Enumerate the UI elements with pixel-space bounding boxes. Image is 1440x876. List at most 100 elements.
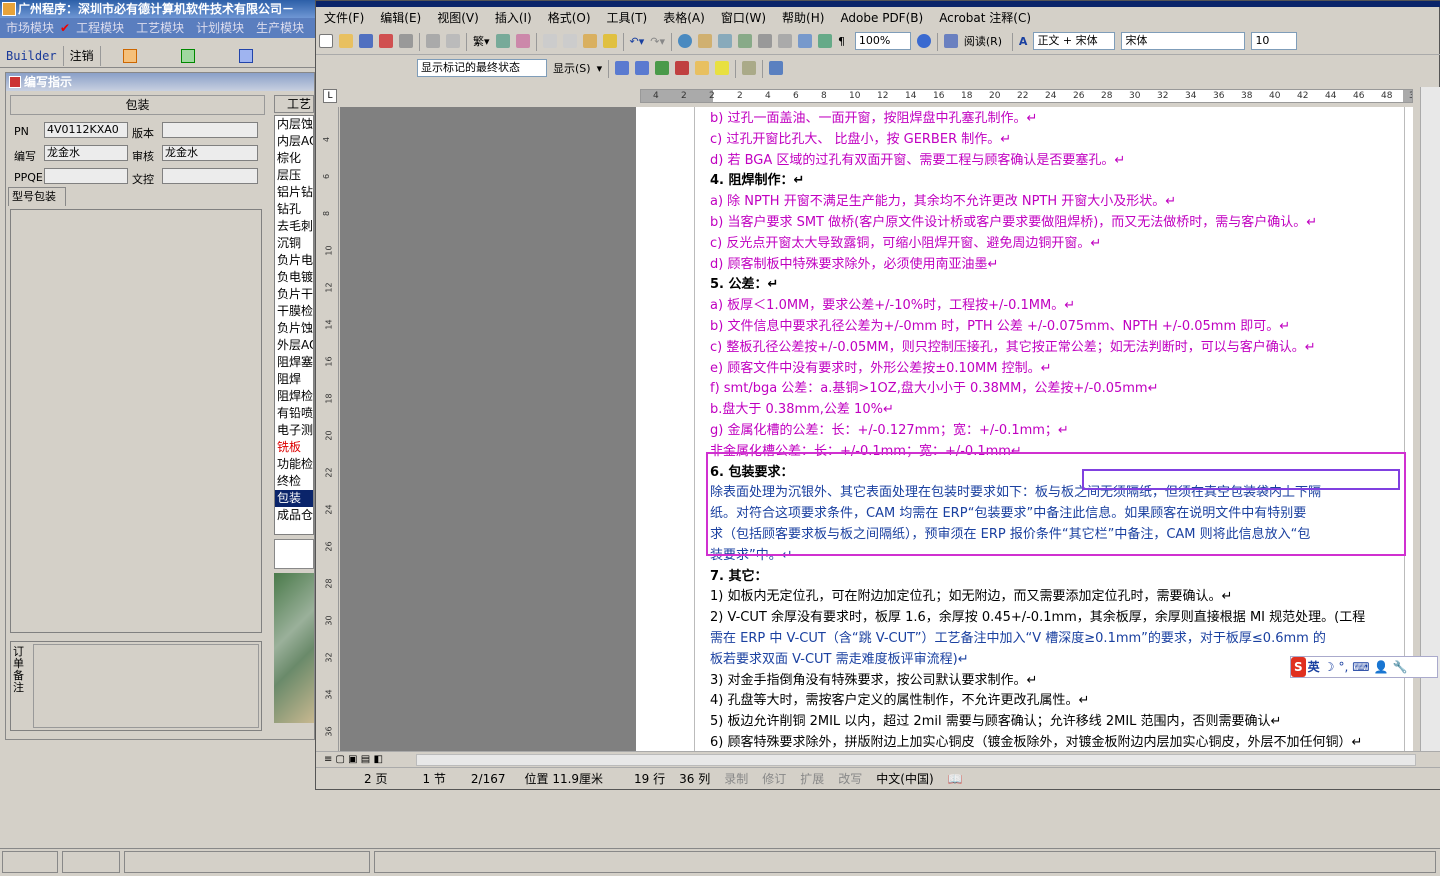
- builder-button[interactable]: Builder: [0, 46, 64, 66]
- doc-line[interactable]: 5) 板边允许削铜 2MIL 以内，超过 2mil 需要与顾客确认；允许移线 2…: [710, 712, 1281, 731]
- status-rev[interactable]: 修订: [755, 768, 793, 790]
- vertical-scrollbar[interactable]: [1420, 87, 1440, 751]
- columns-icon[interactable]: [758, 34, 773, 48]
- doc-map-icon[interactable]: [798, 34, 813, 48]
- process-item[interactable]: 外层AO: [275, 337, 313, 354]
- menu-item[interactable]: 编辑(E): [372, 7, 429, 29]
- tab-model-package[interactable]: 型号包装: [8, 187, 66, 206]
- spell-check-icon[interactable]: [495, 34, 510, 48]
- sogou-icon[interactable]: S: [1291, 657, 1306, 677]
- font-size-select[interactable]: 10: [1251, 32, 1298, 50]
- document-page[interactable]: b) 过孔一面盖油、一面开窗，按阻焊盘中孔塞孔制作。↵ c) 过孔开窗比孔大、 比…: [636, 107, 1413, 751]
- status-rec[interactable]: 录制: [717, 768, 755, 790]
- process-item[interactable]: 终检: [275, 473, 313, 490]
- reviewer-field[interactable]: 龙金水: [162, 145, 258, 161]
- tab-selector-icon[interactable]: L: [323, 89, 337, 103]
- ppqe-field[interactable]: [44, 168, 128, 184]
- process-item[interactable]: 负片电: [275, 252, 313, 269]
- doc-line[interactable]: d) 若 BGA 区域的过孔有双面开窗、需要工程与顾客确认是否要塞孔。↵: [710, 151, 1125, 170]
- new-doc-icon[interactable]: [319, 34, 333, 48]
- process-list[interactable]: 内层蚀内层AO棕化层压铝片钻钻孔去毛刺沉铜负片电负电镀负片干干膜检负片蚀外层AO…: [274, 115, 314, 535]
- module-plan[interactable]: 计划模块: [190, 18, 250, 38]
- style-select[interactable]: 正文 + 宋体: [1033, 32, 1116, 50]
- doc-line[interactable]: 板若要求双面 V-CUT 需走难度板评审流程)↵: [710, 650, 969, 669]
- logout-button[interactable]: 注销: [64, 46, 101, 66]
- zoom-select[interactable]: 100%: [854, 32, 911, 50]
- doc-line[interactable]: f) smt/bga 公差：a.基铜>1OZ,盘大小小于 0.38MM，公差按+…: [710, 379, 1158, 398]
- doc-line[interactable]: c) 反光点开窗太大导致露铜，可缩小阻焊开窗、避免周边铜开窗。↵: [710, 234, 1101, 253]
- hyperlink-icon[interactable]: [678, 34, 693, 48]
- process-item[interactable]: 内层蚀: [275, 116, 313, 133]
- doc-line[interactable]: 6) 顾客特殊要求除外，拼版附边上加实心铜皮（镀金板除外，对镀金板附边内层加实心…: [710, 733, 1362, 751]
- process-item[interactable]: 包装: [275, 490, 313, 507]
- show-dropdown-icon[interactable]: ▾: [594, 56, 606, 82]
- help-icon[interactable]: [916, 34, 931, 48]
- read-button[interactable]: 阅读(R): [961, 29, 1005, 54]
- process-item[interactable]: 阻焊检: [275, 388, 313, 405]
- horizontal-ruler[interactable]: 4 2 2 2 4 6 8 10 12 14 16 18 20 22 24 26 28 30 32 34 36 38 40 4…: [640, 89, 1413, 103]
- menu-item[interactable]: 格式(O): [540, 7, 599, 29]
- process-item[interactable]: 阻焊塞: [275, 354, 313, 371]
- keyboard-icon[interactable]: ⌨: [1350, 657, 1371, 677]
- process-item[interactable]: 铣板: [275, 439, 313, 456]
- vertical-ruler[interactable]: 4 6 8 10 12 14 16 18 20 22 24 26 28 30 32 34 36: [321, 107, 339, 751]
- print-icon[interactable]: [399, 34, 413, 48]
- save-icon[interactable]: [359, 34, 373, 48]
- undo-icon[interactable]: ↶▾: [627, 29, 648, 54]
- doc-line[interactable]: 2) V-CUT 余厚没有要求时，板厚 1.6，余厚按 0.45+/-0.1mm…: [710, 608, 1365, 627]
- menu-item[interactable]: 文件(F): [316, 7, 372, 29]
- prev-change-icon[interactable]: [615, 61, 630, 75]
- process-item[interactable]: 钻孔: [275, 201, 313, 218]
- spell-status-icon[interactable]: 📖: [941, 768, 970, 790]
- tool-icon[interactable]: 🔧: [1391, 657, 1410, 677]
- process-item[interactable]: 负片蚀: [275, 320, 313, 337]
- paragraph-mark-icon[interactable]: ¶: [835, 29, 848, 54]
- pdf-icon[interactable]: [379, 34, 393, 48]
- process-item[interactable]: 有铅喷: [275, 405, 313, 422]
- writer-field[interactable]: 龙金水: [44, 145, 128, 161]
- doc-line[interactable]: b) 当客户要求 SMT 做桥(客户原文件设计桥或客户要求要做阻焊桥)，而又无法…: [710, 213, 1317, 232]
- process-item[interactable]: 功能检: [275, 456, 313, 473]
- process-item[interactable]: 棕化: [275, 150, 313, 167]
- font-select[interactable]: 宋体: [1121, 32, 1246, 50]
- menu-item[interactable]: 插入(I): [487, 7, 540, 29]
- markup-mode-select[interactable]: 显示标记的最终状态: [417, 59, 547, 77]
- cut-icon[interactable]: [542, 34, 557, 48]
- doc-line[interactable]: 3) 对金手指倒角没有特殊要求，按公司默认要求制作。↵: [710, 671, 1037, 690]
- track-changes-icon[interactable]: [742, 61, 757, 75]
- show-button[interactable]: 显示(S): [550, 56, 594, 82]
- doc-line[interactable]: g) 金属化槽的公差：长：+/-0.127mm；宽：+/-0.1mm；↵: [710, 421, 1069, 440]
- moon-icon[interactable]: ☽: [1322, 657, 1337, 677]
- module-market[interactable]: 市场模块: [0, 18, 60, 38]
- process-item[interactable]: 去毛刺: [275, 218, 313, 235]
- insert-comment-icon[interactable]: [695, 61, 710, 75]
- view-buttons[interactable]: ≡ ▢ ▣ ▤ ◧: [324, 754, 383, 765]
- docctrl-field[interactable]: [162, 168, 258, 184]
- process-item[interactable]: 成品仓: [275, 507, 313, 524]
- preview-icon[interactable]: [446, 34, 460, 48]
- reviewing-pane-icon[interactable]: [769, 61, 784, 75]
- order-note-input[interactable]: [33, 644, 259, 728]
- status-ovr[interactable]: 改写: [831, 768, 869, 790]
- status-ext[interactable]: 扩展: [793, 768, 831, 790]
- ime-toolbar[interactable]: S 英 ☽ °, ⌨ 👤 🔧: [1290, 656, 1438, 678]
- punct-icon[interactable]: °,: [1336, 657, 1350, 677]
- doc-line[interactable]: 4. 阻焊制作：↵: [710, 171, 804, 190]
- export-word-icon[interactable]: [238, 49, 253, 63]
- module-process[interactable]: 工艺模块: [130, 18, 190, 38]
- redo-icon[interactable]: ↷▾: [647, 29, 668, 54]
- package-content-area[interactable]: [10, 209, 262, 633]
- doc-line[interactable]: 需在 ERP 中 V-CUT（含“跳 V-CUT”）工艺备注中加入“V 槽深度≥…: [710, 629, 1326, 648]
- paste-icon[interactable]: [582, 34, 597, 48]
- show-hide-icon[interactable]: [818, 34, 833, 48]
- drawing-icon[interactable]: [778, 34, 793, 48]
- process-item[interactable]: 内层AO: [275, 133, 313, 150]
- doc-line[interactable]: b) 文件信息中要求孔径公差为+/-0mm 时，PTH 公差 +/-0.075m…: [710, 317, 1290, 336]
- process-input[interactable]: [274, 539, 314, 569]
- process-item[interactable]: 电子测: [275, 422, 313, 439]
- process-item[interactable]: 铝片钻: [275, 184, 313, 201]
- user-icon[interactable]: 👤: [1372, 657, 1391, 677]
- doc-line[interactable]: a) 除 NPTH 开窗不满足生产能力，其余均不允许更改 NPTH 开窗大小及形…: [710, 192, 1176, 211]
- print-preview-icon[interactable]: [426, 34, 440, 48]
- accept-change-icon[interactable]: [655, 61, 670, 75]
